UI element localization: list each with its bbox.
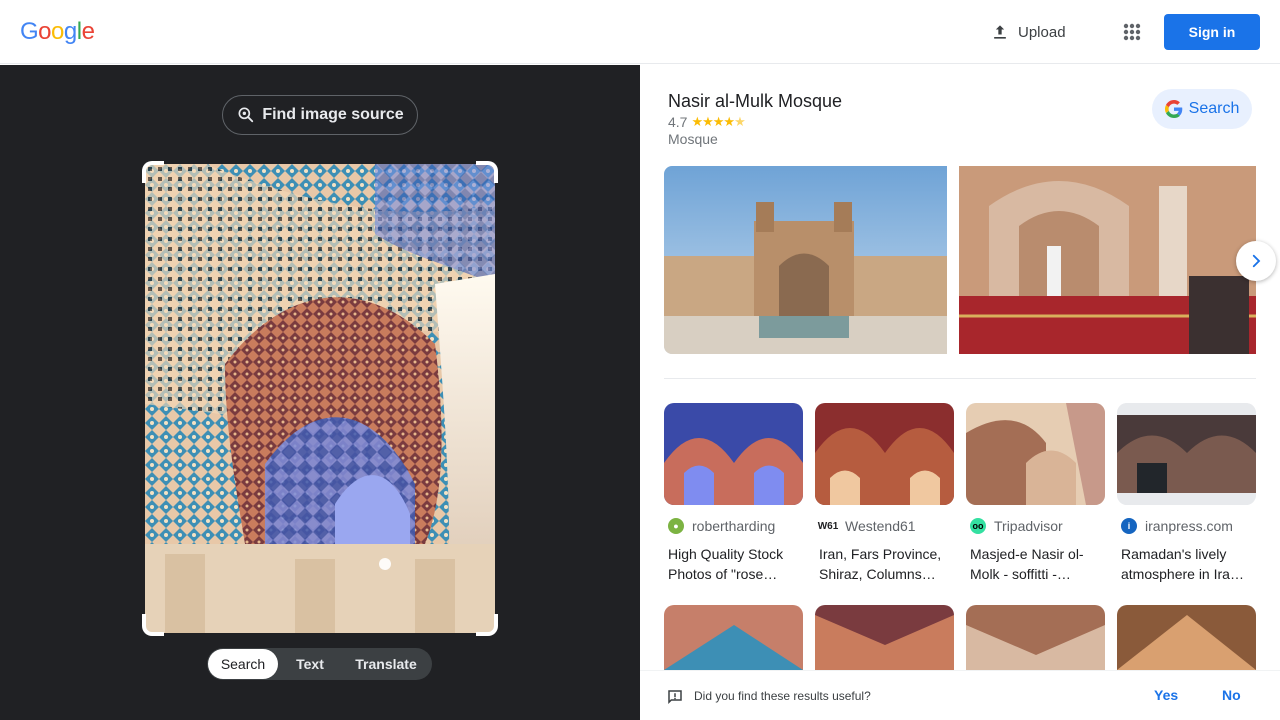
logo-letter: o [51,18,64,45]
result-title[interactable]: Masjed-e Nasir ol- Molk - soffitti -… [970,544,1108,584]
entity-title[interactable]: Nasir al-Mulk Mosque [668,91,842,112]
feedback-question: Did you find these results useful? [694,689,871,703]
uploaded-image [145,164,495,633]
result-source: robertharding [692,518,776,534]
feedback-bar: Did you find these results useful? Yes N… [640,670,1280,720]
upload-label: Upload [1018,23,1066,41]
result-thumbnail[interactable] [815,605,954,670]
sign-in-button[interactable]: Sign in [1164,14,1260,50]
entity-image-interior[interactable] [959,166,1256,354]
results-panel: Nasir al-Mulk Mosque 4.7 ★★★★★ Mosque Se… [640,65,1280,720]
upload-button[interactable]: Upload [990,18,1066,46]
rating-stars-icon: ★★★★★ [691,114,745,129]
logo-letter: g [63,18,77,45]
entity-rating: 4.7 ★★★★★ [668,114,746,130]
result-source: Tripadvisor [994,518,1063,534]
result-thumbnail[interactable] [815,403,954,505]
section-divider [664,378,1256,379]
entity-category: Mosque [668,131,718,147]
mode-switcher: Search Text Translate [207,648,432,680]
result-thumbnail[interactable] [664,403,803,505]
lens-search-icon [238,107,254,123]
apps-grid-icon[interactable] [1118,18,1146,46]
crop-region[interactable] [142,161,498,636]
upload-icon [994,25,1006,39]
entity-search-button[interactable]: Search [1152,89,1252,129]
feedback-yes-button[interactable]: Yes [1154,687,1178,703]
source-favicon-icon: W61 [818,518,838,534]
mode-translate-tab[interactable]: Translate [342,649,430,679]
mode-text-tab[interactable]: Text [278,649,342,679]
entity-image-courtyard[interactable] [664,166,947,354]
result-source: Westend61 [845,518,916,534]
result-card[interactable]: oo Tripadvisor Masjed-e Nasir ol- Molk -… [966,403,1105,582]
chevron-right-icon [1252,254,1261,268]
crop-handle-top-right[interactable] [476,161,498,183]
find-image-source-label: Find image source [262,106,404,123]
crop-handle-top-left[interactable] [142,161,164,183]
top-header: Google Upload Sign in [0,0,1280,64]
result-thumbnail[interactable] [966,403,1105,505]
result-thumbnail[interactable] [664,605,803,670]
result-thumbnail[interactable] [966,605,1105,670]
feedback-no-button[interactable]: No [1222,687,1241,703]
result-title[interactable]: Iran, Fars Province, Shiraz, Columns… [819,544,957,584]
rating-value: 4.7 [668,114,688,130]
result-card[interactable]: W61 Westend61 Iran, Fars Province, Shira… [815,403,954,582]
image-panel: Find image source Search Text Translate [0,65,640,720]
logo-letter: G [20,18,39,45]
google-g-icon [1164,100,1182,118]
google-logo[interactable]: Google [20,18,95,46]
logo-letter: o [38,18,52,45]
tripadvisor-owl-icon: oo [970,518,986,534]
source-favicon-icon: i [1121,518,1137,534]
result-thumbnail[interactable] [1117,605,1256,670]
mode-search-tab[interactable]: Search [208,649,278,679]
result-source: iranpress.com [1145,518,1233,534]
result-title[interactable]: Ramadan's lively atmosphere in Ira… [1121,544,1259,584]
entity-search-label: Search [1188,100,1240,117]
find-image-source-button[interactable]: Find image source [222,95,418,135]
carousel-next-button[interactable] [1236,241,1276,281]
crop-handle-bottom-right[interactable] [476,614,498,636]
result-card[interactable]: i iranpress.com Ramadan's lively atmosph… [1117,403,1256,582]
result-card[interactable]: ● robertharding High Quality Stock Photo… [664,403,803,582]
crop-handle-bottom-left[interactable] [142,614,164,636]
result-thumbnail[interactable] [1117,403,1256,505]
feedback-icon [668,690,682,705]
logo-letter: e [81,18,95,45]
result-title[interactable]: High Quality Stock Photos of "rose… [668,544,806,584]
source-favicon-icon: ● [668,518,684,534]
